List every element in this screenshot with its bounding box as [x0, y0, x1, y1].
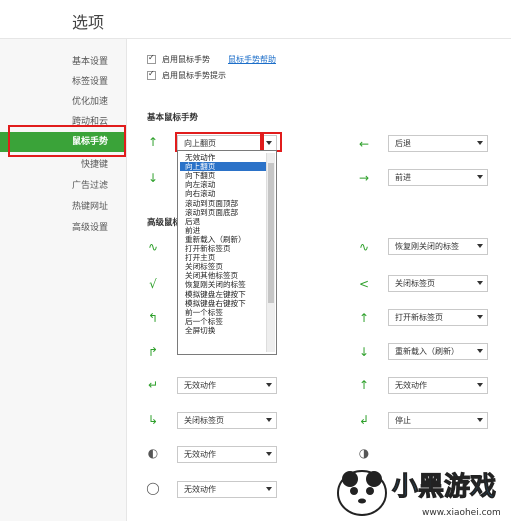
chevron-down-icon	[477, 281, 483, 285]
down-right-icon: ↳	[147, 413, 159, 427]
gesture-reload-select[interactable]: 重新载入（刷新）	[388, 343, 488, 360]
v-gesture-icon: √	[149, 277, 157, 291]
enable-gesture-checkbox[interactable]	[147, 53, 156, 64]
scrollbar-thumb[interactable]	[268, 163, 274, 303]
gesture-mouse-left-select[interactable]: 无效动作	[177, 446, 277, 463]
gesture-action-dropdown[interactable]: 无效动作 向上翻页 向下翻页 向左滚动 向右滚动 滚动到页面顶部 滚动到页面底部…	[177, 150, 277, 355]
turn-right-icon: ↱	[147, 345, 159, 359]
chevron-down-icon	[266, 487, 272, 491]
enable-gesture-label: 启用鼠标手势	[162, 55, 210, 64]
dropdown-option-selected[interactable]: 向上翻页	[180, 162, 266, 172]
arrow-down-icon: ↓	[147, 171, 159, 185]
up-right-turn-icon: ↑	[358, 311, 370, 325]
gesture-mouse-middle-select[interactable]: 无效动作	[177, 481, 277, 498]
gesture-stop-value: 停止	[395, 416, 411, 425]
advanced-gesture-title: 高级鼠标	[147, 218, 182, 228]
enable-gesture-tip-label: 启用鼠标手势提示	[162, 71, 226, 80]
dropdown-option[interactable]: 无效动作	[180, 153, 266, 162]
sidebar-item-advanced[interactable]: 高级设置	[0, 218, 126, 238]
dropdown-option[interactable]: 模拟键盘左键按下	[180, 290, 266, 299]
up-left-turn-icon: ↑	[358, 378, 370, 392]
chevron-down-icon	[266, 452, 272, 456]
dropdown-option[interactable]: 滚动到页面底部	[180, 208, 266, 217]
gesture-downright-value: 关闭标签页	[184, 416, 224, 425]
gesture-upleft-select[interactable]: 无效动作	[388, 377, 488, 394]
gesture-restore-select[interactable]: 恢复刚关闭的标签	[388, 238, 488, 255]
chevron-down-icon	[266, 383, 272, 387]
gesture-close-tab-value: 关闭标签页	[395, 279, 435, 288]
arrow-left-icon: ←	[358, 137, 370, 151]
chevron-down-icon	[477, 141, 483, 145]
dropdown-option[interactable]: 模拟键盘右键按下	[180, 299, 266, 308]
highlight-box-select	[175, 132, 264, 152]
enable-gesture-tip-checkbox[interactable]	[147, 69, 156, 80]
gesture-mouse-left-value: 无效动作	[184, 450, 216, 459]
gesture-return-select[interactable]: 无效动作	[177, 377, 277, 394]
gesture-right-value: 前进	[395, 173, 411, 182]
dropdown-scrollbar[interactable]	[266, 153, 275, 352]
arrow-right-icon: →	[358, 171, 370, 185]
window-header: 选项	[0, 0, 511, 39]
down-left-turn-icon: ↲	[358, 413, 370, 427]
gesture-stop-select[interactable]: 停止	[388, 412, 488, 429]
dropdown-option[interactable]: 滚动到页面顶部	[180, 199, 266, 208]
left-wave-icon: ∿	[358, 240, 370, 254]
chevron-down-icon	[477, 175, 483, 179]
site-watermark: 小黑游戏 www.xiaohei.com	[322, 435, 511, 521]
dropdown-option[interactable]: 后退	[180, 217, 266, 226]
dropdown-option[interactable]: 向右滚动	[180, 189, 266, 198]
page-title: 选项	[72, 13, 105, 32]
dropdown-option[interactable]: 后一个标签	[180, 317, 266, 326]
gesture-right-select[interactable]: 前进	[388, 169, 488, 186]
arrow-up-icon: ↑	[147, 135, 159, 149]
turn-left-icon: ↰	[147, 311, 159, 325]
watermark-url: www.xiaohei.com	[422, 508, 501, 518]
dropdown-option[interactable]: 重新载入（刷新）	[180, 235, 266, 244]
gesture-close-tab-select[interactable]: 关闭标签页	[388, 275, 488, 292]
sidebar-item-speed[interactable]: 优化加速	[0, 92, 126, 112]
mouse-middle-icon: ◯	[146, 481, 160, 495]
chevron-down-icon	[477, 315, 483, 319]
enter-return-icon: ↵	[147, 378, 159, 392]
gesture-help-link[interactable]: 鼠标手势帮助	[228, 55, 276, 65]
chevron-down-icon	[477, 349, 483, 353]
chevron-down-icon	[477, 244, 483, 248]
sidebar-item-hotkey-url[interactable]: 热键网址	[0, 197, 126, 217]
sidebar: 基本设置 标签设置 优化加速 跨动和云 鼠标手势 快捷键 广告过滤 热键网址 高…	[0, 39, 127, 521]
chevron-down-icon	[477, 383, 483, 387]
gesture-left-value: 后退	[395, 139, 411, 148]
gesture-downright-select[interactable]: 关闭标签页	[177, 412, 277, 429]
gesture-return-value: 无效动作	[184, 381, 216, 390]
dropdown-option[interactable]: 打开主页	[180, 253, 266, 262]
dropdown-option[interactable]: 前一个标签	[180, 308, 266, 317]
dropdown-option[interactable]: 全屏切换	[180, 326, 266, 335]
gesture-reload-value: 重新载入（刷新）	[395, 347, 459, 356]
chevron-down-icon	[477, 418, 483, 422]
less-than-icon: <	[358, 277, 370, 291]
sidebar-item-shortcuts[interactable]: 快捷键	[0, 155, 126, 175]
dropdown-option[interactable]: 向下翻页	[180, 171, 266, 180]
chevron-down-icon	[266, 418, 272, 422]
highlight-box-sidebar	[8, 125, 126, 157]
gesture-left-select[interactable]: 后退	[388, 135, 488, 152]
dropdown-option[interactable]: 恢复刚关闭的标签	[180, 280, 266, 289]
sidebar-item-tabs[interactable]: 标签设置	[0, 72, 126, 92]
gesture-new-tab-value: 打开新标签页	[395, 313, 443, 322]
down-turn-icon: ↓	[358, 345, 370, 359]
gesture-new-tab-select[interactable]: 打开新标签页	[388, 309, 488, 326]
basic-gesture-title: 基本鼠标手势	[147, 113, 199, 123]
svg-text:小黑游戏: 小黑游戏	[392, 472, 496, 502]
wave-gesture-icon: ∿	[147, 240, 159, 254]
gesture-restore-value: 恢复刚关闭的标签	[395, 242, 459, 251]
dropdown-option[interactable]: 打开新标签页	[180, 244, 266, 253]
highlight-box-caret	[260, 132, 282, 152]
sidebar-item-basic[interactable]: 基本设置	[0, 52, 126, 72]
gesture-upleft-value: 无效动作	[395, 381, 427, 390]
mouse-left-icon: ◐	[147, 446, 159, 460]
gesture-mouse-middle-value: 无效动作	[184, 485, 216, 494]
dropdown-option[interactable]: 关闭标签页	[180, 262, 266, 271]
sidebar-item-adblock[interactable]: 广告过滤	[0, 176, 126, 196]
dropdown-option[interactable]: 前进	[180, 226, 266, 235]
